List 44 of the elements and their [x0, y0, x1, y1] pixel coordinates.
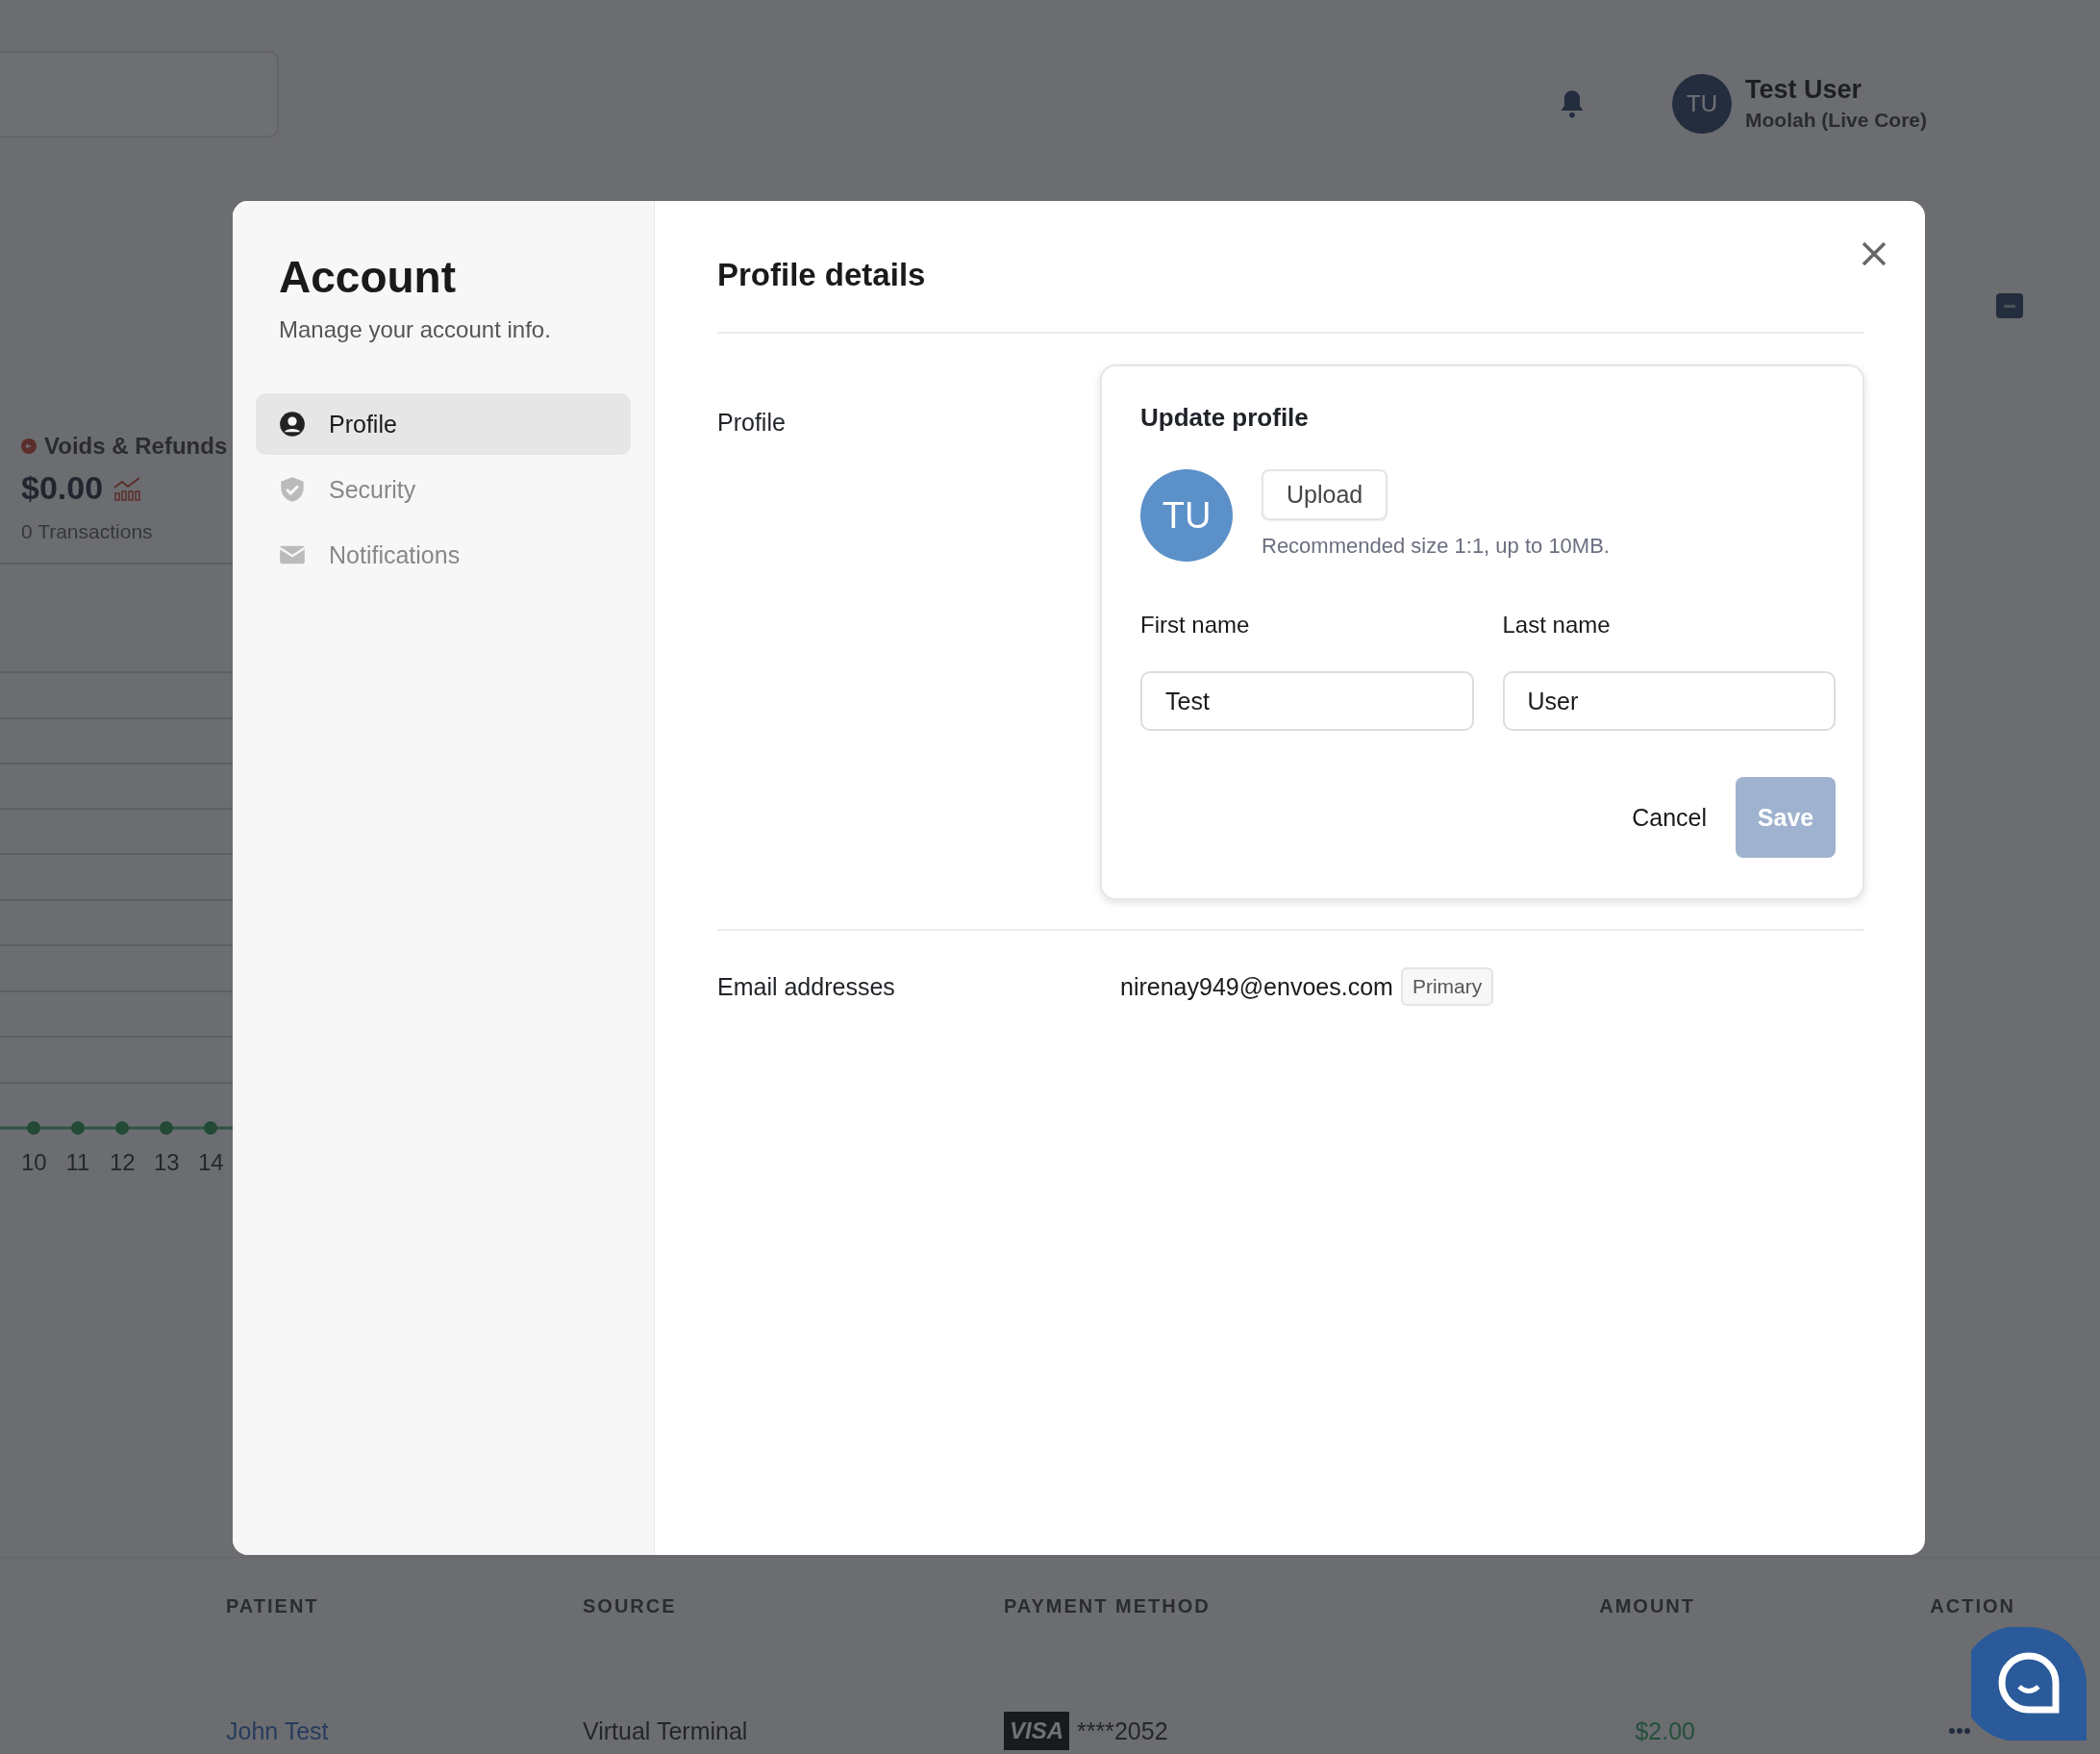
close-icon[interactable]: [1860, 239, 1888, 268]
field-label: First name: [1140, 612, 1251, 639]
nav-item[interactable]: Profile: [256, 393, 631, 455]
minus-icon[interactable]: [1996, 293, 2023, 318]
column-header: ACTION: [1930, 1594, 2015, 1617]
stat-title: Voids & Refunds: [44, 433, 228, 460]
primary-tag: Primary: [1400, 967, 1494, 1006]
axis-label: 10: [21, 1149, 46, 1176]
section-heading: Profile details: [717, 257, 927, 293]
card-number: ****2052: [1077, 1716, 1168, 1745]
upload-hint: Recommended size 1:1, up to 10MB.: [1262, 534, 1610, 559]
axis-label: 11: [65, 1149, 90, 1176]
cancel-button[interactable]: Cancel: [1628, 793, 1711, 841]
bell-icon[interactable]: [1559, 88, 1586, 118]
stat-amount: $0.00: [21, 469, 104, 507]
user-name: Test User: [1745, 75, 1863, 105]
table-cell-text: Virtual Terminal: [583, 1716, 749, 1745]
shield-icon: [279, 476, 306, 503]
profile-avatar: TU: [1140, 469, 1233, 562]
email-address: nirenay949@envoes.com: [1120, 972, 1393, 1001]
row-label: Profile: [717, 408, 787, 438]
axis-label: 14: [198, 1149, 223, 1176]
axis-label: 12: [110, 1149, 135, 1176]
column-header: PAYMENT METHOD: [1004, 1594, 1212, 1617]
card-brand-badge: VISA: [1004, 1712, 1069, 1750]
column-header: PATIENT: [226, 1594, 320, 1617]
input-field[interactable]: Test: [1140, 671, 1474, 731]
trend-chart-icon: [112, 475, 142, 501]
user-icon: [279, 411, 306, 438]
chat-icon[interactable]: [1971, 1627, 2087, 1741]
column-header: SOURCE: [583, 1594, 678, 1617]
input-field[interactable]: User: [1502, 671, 1836, 731]
dialog-title: Account: [278, 251, 457, 303]
row-label: Email addresses: [717, 972, 896, 1002]
refund-icon: [21, 438, 37, 454]
card-title: Update profile: [1140, 403, 1310, 433]
axis-label: 13: [154, 1149, 179, 1176]
amount-cell-text: $2.00: [1634, 1716, 1695, 1745]
more-icon[interactable]: [1948, 1727, 1971, 1735]
upload-button[interactable]: Upload: [1262, 469, 1388, 520]
dialog-subtitle: Manage your account info.: [278, 316, 552, 343]
field-label: Last name: [1502, 612, 1612, 639]
column-header: AMOUNT: [1598, 1594, 1695, 1617]
organization-name: Moolah (Live Core): [1745, 109, 1927, 132]
